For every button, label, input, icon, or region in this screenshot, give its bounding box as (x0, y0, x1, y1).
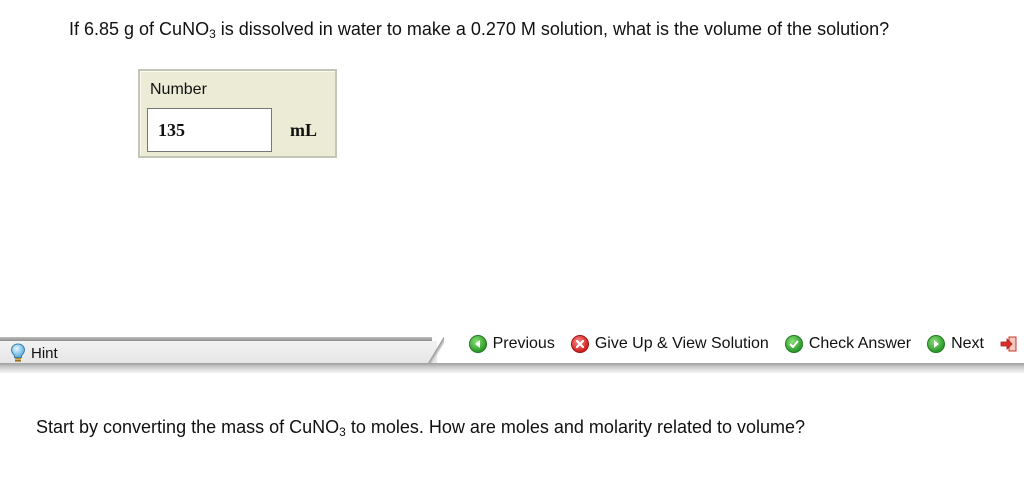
hint-tab-bg (0, 341, 437, 363)
hint-suffix: to moles. How are moles and molarity rel… (345, 417, 806, 437)
exit-icon (1000, 336, 1017, 352)
question-suffix: is dissolved in water to make a 0.270 M … (215, 19, 890, 39)
answer-unit: mL (290, 120, 317, 140)
check-answer-button-label: Check Answer (808, 335, 912, 352)
arrow-right-icon (927, 335, 946, 353)
next-button[interactable]: Next (927, 335, 984, 353)
give-up-button[interactable]: Give Up & View Solution (570, 335, 769, 353)
hint-subscript: 3 (339, 425, 346, 439)
question-subscript: 3 (209, 27, 216, 41)
previous-button[interactable]: Previous (468, 335, 555, 353)
previous-button-label: Previous (492, 335, 555, 352)
toolbar-divider-top (0, 337, 432, 341)
exit-button[interactable] (1000, 335, 1018, 353)
question-prefix: If 6.85 g of CuNO (69, 19, 210, 39)
answer-input[interactable] (147, 108, 272, 152)
hint-button-label: Hint (31, 344, 58, 362)
hint-button[interactable]: Hint (10, 343, 58, 363)
hint-text: Start by converting the mass of CuNO3 to… (36, 417, 805, 438)
nav-toolbar: Previous Give Up & View Solution Check A… (468, 333, 1018, 355)
check-answer-button[interactable]: Check Answer (784, 335, 912, 353)
lightbulb-icon (10, 343, 26, 362)
checkmark-icon (784, 335, 803, 353)
answer-label: Number (150, 81, 207, 98)
hint-prefix: Start by converting the mass of CuNO (36, 417, 340, 437)
arrow-left-icon (468, 335, 487, 353)
x-circle-icon (570, 335, 589, 353)
next-button-label: Next (951, 335, 984, 352)
toolbar-divider-bottom (0, 363, 1024, 373)
question-text: If 6.85 g of CuNO3 is dissolved in water… (69, 19, 889, 40)
answer-box: Number mL (138, 69, 337, 158)
give-up-button-label: Give Up & View Solution (594, 335, 769, 352)
